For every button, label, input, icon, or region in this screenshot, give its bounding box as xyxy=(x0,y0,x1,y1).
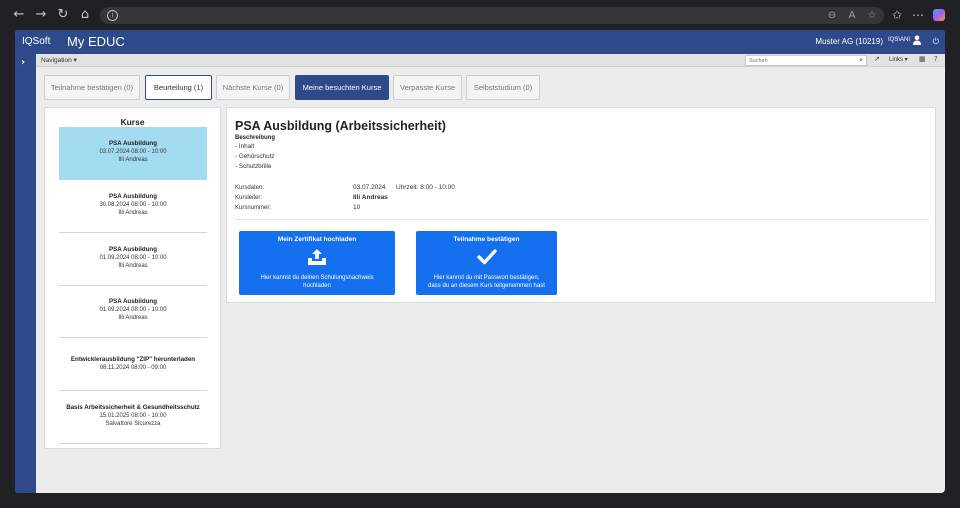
reload-icon[interactable]: ↻ xyxy=(55,7,71,23)
expand-sidebar-icon[interactable]: › xyxy=(21,57,25,68)
tab-selbststudium[interactable]: Selbststudium (0) xyxy=(466,75,540,100)
divider xyxy=(235,219,929,220)
navigation-menu[interactable]: Navigation ▾ xyxy=(41,56,77,64)
course-name: Basis Arbeitssicherheit & Gesundheitssch… xyxy=(66,404,200,411)
course-date: 08.11.2024 08:00 - 09:00 xyxy=(99,365,167,371)
tab-verpasste-kurse[interactable]: Verpasste Kurse xyxy=(393,75,462,100)
tab-teilnahme-bestaetigen[interactable]: Teilnahme bestätigen (0) xyxy=(44,75,140,100)
course-item[interactable]: Entwicklerausbildung "ZIP" herunterladen… xyxy=(59,338,207,391)
logout-icon[interactable]: ⏻ xyxy=(933,37,939,47)
favorite-star-icon[interactable]: ☆ xyxy=(866,10,878,22)
course-date: 03.07.2024 08:00 - 10:00 xyxy=(99,149,167,155)
description-label: Beschreibung xyxy=(235,135,276,141)
courses-panel: Kurse PSA Ausbildung 03.07.2024 08:00 - … xyxy=(44,107,221,449)
kursnummer-label: Kursnummer: xyxy=(235,205,272,211)
calendar-icon[interactable]: ▦ xyxy=(919,55,926,63)
external-link-icon[interactable]: ↗ xyxy=(874,55,880,63)
search-box: ⌕ xyxy=(745,55,867,66)
confirm-description-line: Hier kannst du mit Passwort bestätigen, xyxy=(433,275,540,281)
tab-beurteilung[interactable]: Beurteilung (1) xyxy=(145,75,212,100)
tab-naechste-kurse[interactable]: Nächste Kurse (0) xyxy=(216,75,290,100)
course-instructor: Illi Andreas xyxy=(118,315,148,321)
course-detail-title: PSA Ausbildung (Arbeitssicherheit) xyxy=(235,119,446,133)
course-name: PSA Ausbildung xyxy=(108,246,157,253)
course-item[interactable]: PSA Ausbildung 30.08.2024 08:00 - 10:00 … xyxy=(59,180,207,233)
upload-description-line: Hier kannst du deinen Schulungsnachweis xyxy=(260,275,374,281)
tab-meine-besuchten-kurse[interactable]: Meine besuchten Kurse xyxy=(295,75,389,100)
course-item[interactable]: PSA Ausbildung 01.09.2024 08:00 - 10:00 … xyxy=(59,233,207,286)
user-icon[interactable] xyxy=(913,35,921,45)
forward-icon[interactable]: → xyxy=(33,7,49,23)
browser-toolbar: ← → ↻ ⌂ i ⊖ A ☆ ✩ ⋯ xyxy=(0,0,960,30)
search-input[interactable] xyxy=(749,56,849,65)
confirm-description-line: dass du an diesem Kurs teilgenommen hast xyxy=(428,283,545,289)
description-item: - Schutzbrille xyxy=(235,163,272,170)
description-item: - Gehörschutz xyxy=(235,153,275,160)
kursnummer-value: 10 xyxy=(353,204,361,211)
courses-title: Kurse xyxy=(120,117,145,127)
course-detail-panel: PSA Ausbildung (Arbeitssicherheit) Besch… xyxy=(226,107,936,303)
course-item[interactable]: PSA Ausbildung 01.09.2024 08:00 - 10:00 … xyxy=(59,285,207,338)
course-date: 30.08.2024 08:00 - 10:00 xyxy=(99,202,167,208)
back-icon[interactable]: ← xyxy=(11,7,27,23)
upload-icon xyxy=(308,249,326,265)
app-title: My EDUC xyxy=(67,34,125,49)
user-label[interactable]: IQS\ANI xyxy=(888,37,910,43)
address-bar[interactable]: i ⊖ A ☆ xyxy=(100,7,884,24)
info-icon[interactable]: i xyxy=(107,10,118,21)
course-item[interactable]: PSA Ausbildung 03.07.2024 08:00 - 10:00 … xyxy=(59,127,207,180)
course-item[interactable]: Basis Arbeitssicherheit & Gesundheitssch… xyxy=(59,391,207,444)
search-icon[interactable]: ⌕ xyxy=(859,56,863,65)
help-icon[interactable]: ? xyxy=(934,55,938,63)
course-instructor: Salvattore Sicurezza xyxy=(105,421,161,427)
kursdaten-value: 03.07.2024 xyxy=(353,184,386,191)
brand-logo: IQSoft xyxy=(22,36,51,47)
course-date: 15.01.2025 08:00 - 10:00 xyxy=(99,413,167,419)
checkmark-icon xyxy=(476,249,497,265)
kursdaten-label: Kursdaten: xyxy=(235,185,265,191)
home-icon[interactable]: ⌂ xyxy=(77,7,93,23)
confirm-title: Teilnahme bestätigen xyxy=(453,236,520,243)
app-window: IQSoft My EDUC Muster AG (10219) IQS\ANI… xyxy=(15,30,945,493)
course-instructor: Illi Andreas xyxy=(118,157,148,163)
read-aloud-icon[interactable]: A xyxy=(846,10,858,22)
upload-description: Hier kannst du deinen Schulungsnachweis … xyxy=(239,274,395,290)
course-name: PSA Ausbildung xyxy=(108,298,157,305)
uhrzeit-value: Uhrzeit: 8:00 - 10:00 xyxy=(396,184,455,191)
description-item: - Inhalt xyxy=(235,143,255,150)
course-name: PSA Ausbildung xyxy=(108,140,157,147)
upload-certificate-button[interactable]: Mein Zertifikat hochladen Hier kannst du… xyxy=(239,231,395,295)
course-name: Entwicklerausbildung "ZIP" herunterladen xyxy=(70,356,196,363)
company-label[interactable]: Muster AG (10219) xyxy=(815,37,883,46)
confirm-description: Hier kannst du mit Passwort bestätigen, … xyxy=(416,274,557,290)
copilot-icon[interactable] xyxy=(933,9,945,21)
favorites-icon[interactable]: ✩ xyxy=(889,7,905,23)
sidebar-collapsed: › xyxy=(15,54,36,493)
kursleiter-value: Illi Andreas xyxy=(353,194,388,201)
links-menu[interactable]: Links ▾ xyxy=(889,56,908,63)
course-instructor: Illi Andreas xyxy=(118,263,148,269)
zoom-icon[interactable]: ⊖ xyxy=(826,10,838,22)
app-header: IQSoft My EDUC Muster AG (10219) IQS\ANI… xyxy=(15,30,945,54)
course-name: PSA Ausbildung xyxy=(108,193,157,200)
kursleiter-label: Kursleiter: xyxy=(235,195,263,201)
upload-title: Mein Zertifikat hochladen xyxy=(277,236,357,243)
upload-description-line: hochladen xyxy=(303,283,331,289)
navigation-label: Navigation xyxy=(41,57,72,64)
links-label: Links xyxy=(889,57,904,63)
more-icon[interactable]: ⋯ xyxy=(910,7,926,23)
course-date: 01.09.2024 08:00 - 10:00 xyxy=(99,307,167,313)
course-instructor: Illi Andreas xyxy=(118,210,148,216)
nav-toolbar: Navigation ▾ ⌕ ↗ Links ▾ ▦ ? xyxy=(36,54,945,67)
course-date: 01.09.2024 08:00 - 10:00 xyxy=(99,255,167,261)
confirm-attendance-button[interactable]: Teilnahme bestätigen Hier kannst du mit … xyxy=(416,231,557,295)
